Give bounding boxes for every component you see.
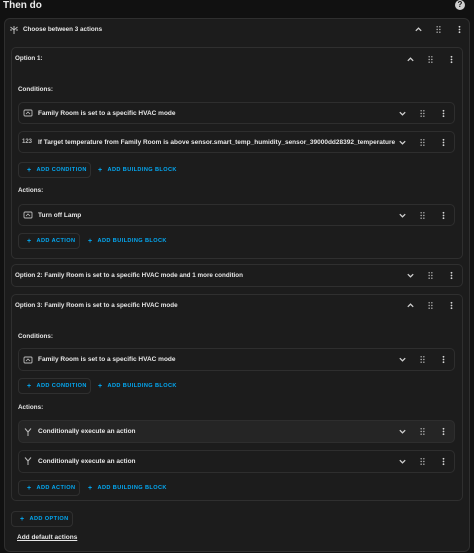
condition-label: If Target temperature from Family Room i… (38, 139, 396, 146)
add-building-block-button[interactable]: + ADD BUILDING BLOCK (98, 378, 177, 394)
add-action-button[interactable]: + ADD ACTION (18, 233, 80, 249)
plus-icon: + (98, 382, 103, 390)
more-vert-icon[interactable] (447, 271, 457, 281)
action-row[interactable] (18, 204, 455, 226)
add-condition-button[interactable]: + ADD CONDITION (18, 378, 91, 394)
device-icon (23, 108, 33, 118)
chevron-down-icon[interactable] (398, 427, 408, 437)
numeric-123-icon: 123 (22, 139, 33, 145)
plus-icon: + (20, 515, 25, 523)
add-building-block-button[interactable]: + ADD BUILDING BLOCK (88, 233, 167, 249)
chevron-down-icon[interactable] (398, 457, 408, 467)
help-circle-icon[interactable]: ? (455, 0, 465, 10)
plus-icon: + (88, 237, 93, 245)
option-1-card (11, 47, 463, 259)
more-vert-icon[interactable] (439, 109, 449, 119)
if-fork-icon (23, 456, 33, 466)
action-label: Turn off Lamp (38, 212, 82, 219)
option-1-title: Option 1: (15, 55, 43, 62)
more-vert-icon[interactable] (439, 427, 449, 437)
drag-handle-icon[interactable] (418, 109, 428, 119)
more-vert-icon[interactable] (455, 25, 465, 35)
drag-handle-icon[interactable] (418, 457, 428, 467)
drag-handle-icon[interactable] (434, 25, 444, 35)
add-building-block-button[interactable]: + ADD BUILDING BLOCK (98, 162, 177, 178)
actions-label: Actions: (18, 187, 44, 194)
more-vert-icon[interactable] (439, 457, 449, 467)
chevron-down-icon[interactable] (398, 138, 408, 148)
add-action-button[interactable]: + ADD ACTION (18, 480, 80, 496)
add-condition-button[interactable]: + ADD CONDITION (18, 162, 91, 178)
choose-title: Choose between 3 actions (23, 26, 103, 33)
chevron-up-icon[interactable] (414, 25, 424, 35)
more-vert-icon[interactable] (439, 138, 449, 148)
drag-handle-icon[interactable] (426, 301, 436, 311)
action-label: Conditionally execute an action (38, 458, 136, 465)
condition-label: Family Room is set to a specific HVAC mo… (38, 356, 176, 363)
page-title: Then do (3, 0, 42, 11)
drag-handle-icon[interactable] (418, 355, 428, 365)
device-icon (23, 210, 33, 220)
drag-handle-icon[interactable] (418, 211, 428, 221)
option-2-title: Option 2: Family Room is set to a specif… (15, 272, 244, 279)
if-fork-icon (23, 427, 33, 437)
chevron-down-icon[interactable] (398, 355, 408, 365)
choose-fork-icon (9, 25, 19, 35)
conditions-label: Conditions: (18, 333, 53, 340)
chevron-down-icon[interactable] (398, 109, 408, 119)
chevron-down-icon[interactable] (406, 271, 416, 281)
add-option-button[interactable]: + ADD OPTION (11, 511, 73, 527)
more-vert-icon[interactable] (439, 355, 449, 365)
more-vert-icon[interactable] (447, 55, 457, 65)
plus-icon: + (98, 166, 103, 174)
plus-icon: + (27, 237, 32, 245)
plus-icon: + (88, 484, 93, 492)
action-label: Conditionally execute an action (38, 428, 136, 435)
conditions-label: Conditions: (18, 86, 53, 93)
more-vert-icon[interactable] (447, 301, 457, 311)
more-vert-icon[interactable] (439, 211, 449, 221)
plus-icon: + (27, 382, 32, 390)
drag-handle-icon[interactable] (418, 138, 428, 148)
drag-handle-icon[interactable] (426, 55, 436, 65)
actions-label: Actions: (18, 404, 44, 411)
plus-icon: + (27, 166, 32, 174)
option-3-title: Option 3: Family Room is set to a specif… (15, 302, 178, 309)
chevron-up-icon[interactable] (406, 301, 416, 311)
drag-handle-icon[interactable] (426, 271, 436, 281)
condition-label: Family Room is set to a specific HVAC mo… (38, 110, 176, 117)
device-icon (23, 355, 33, 365)
add-building-block-button[interactable]: + ADD BUILDING BLOCK (88, 480, 167, 496)
add-default-actions-link[interactable]: Add default actions (17, 534, 77, 541)
plus-icon: + (27, 484, 32, 492)
chevron-down-icon[interactable] (398, 211, 408, 221)
drag-handle-icon[interactable] (418, 427, 428, 437)
chevron-up-icon[interactable] (406, 55, 416, 65)
